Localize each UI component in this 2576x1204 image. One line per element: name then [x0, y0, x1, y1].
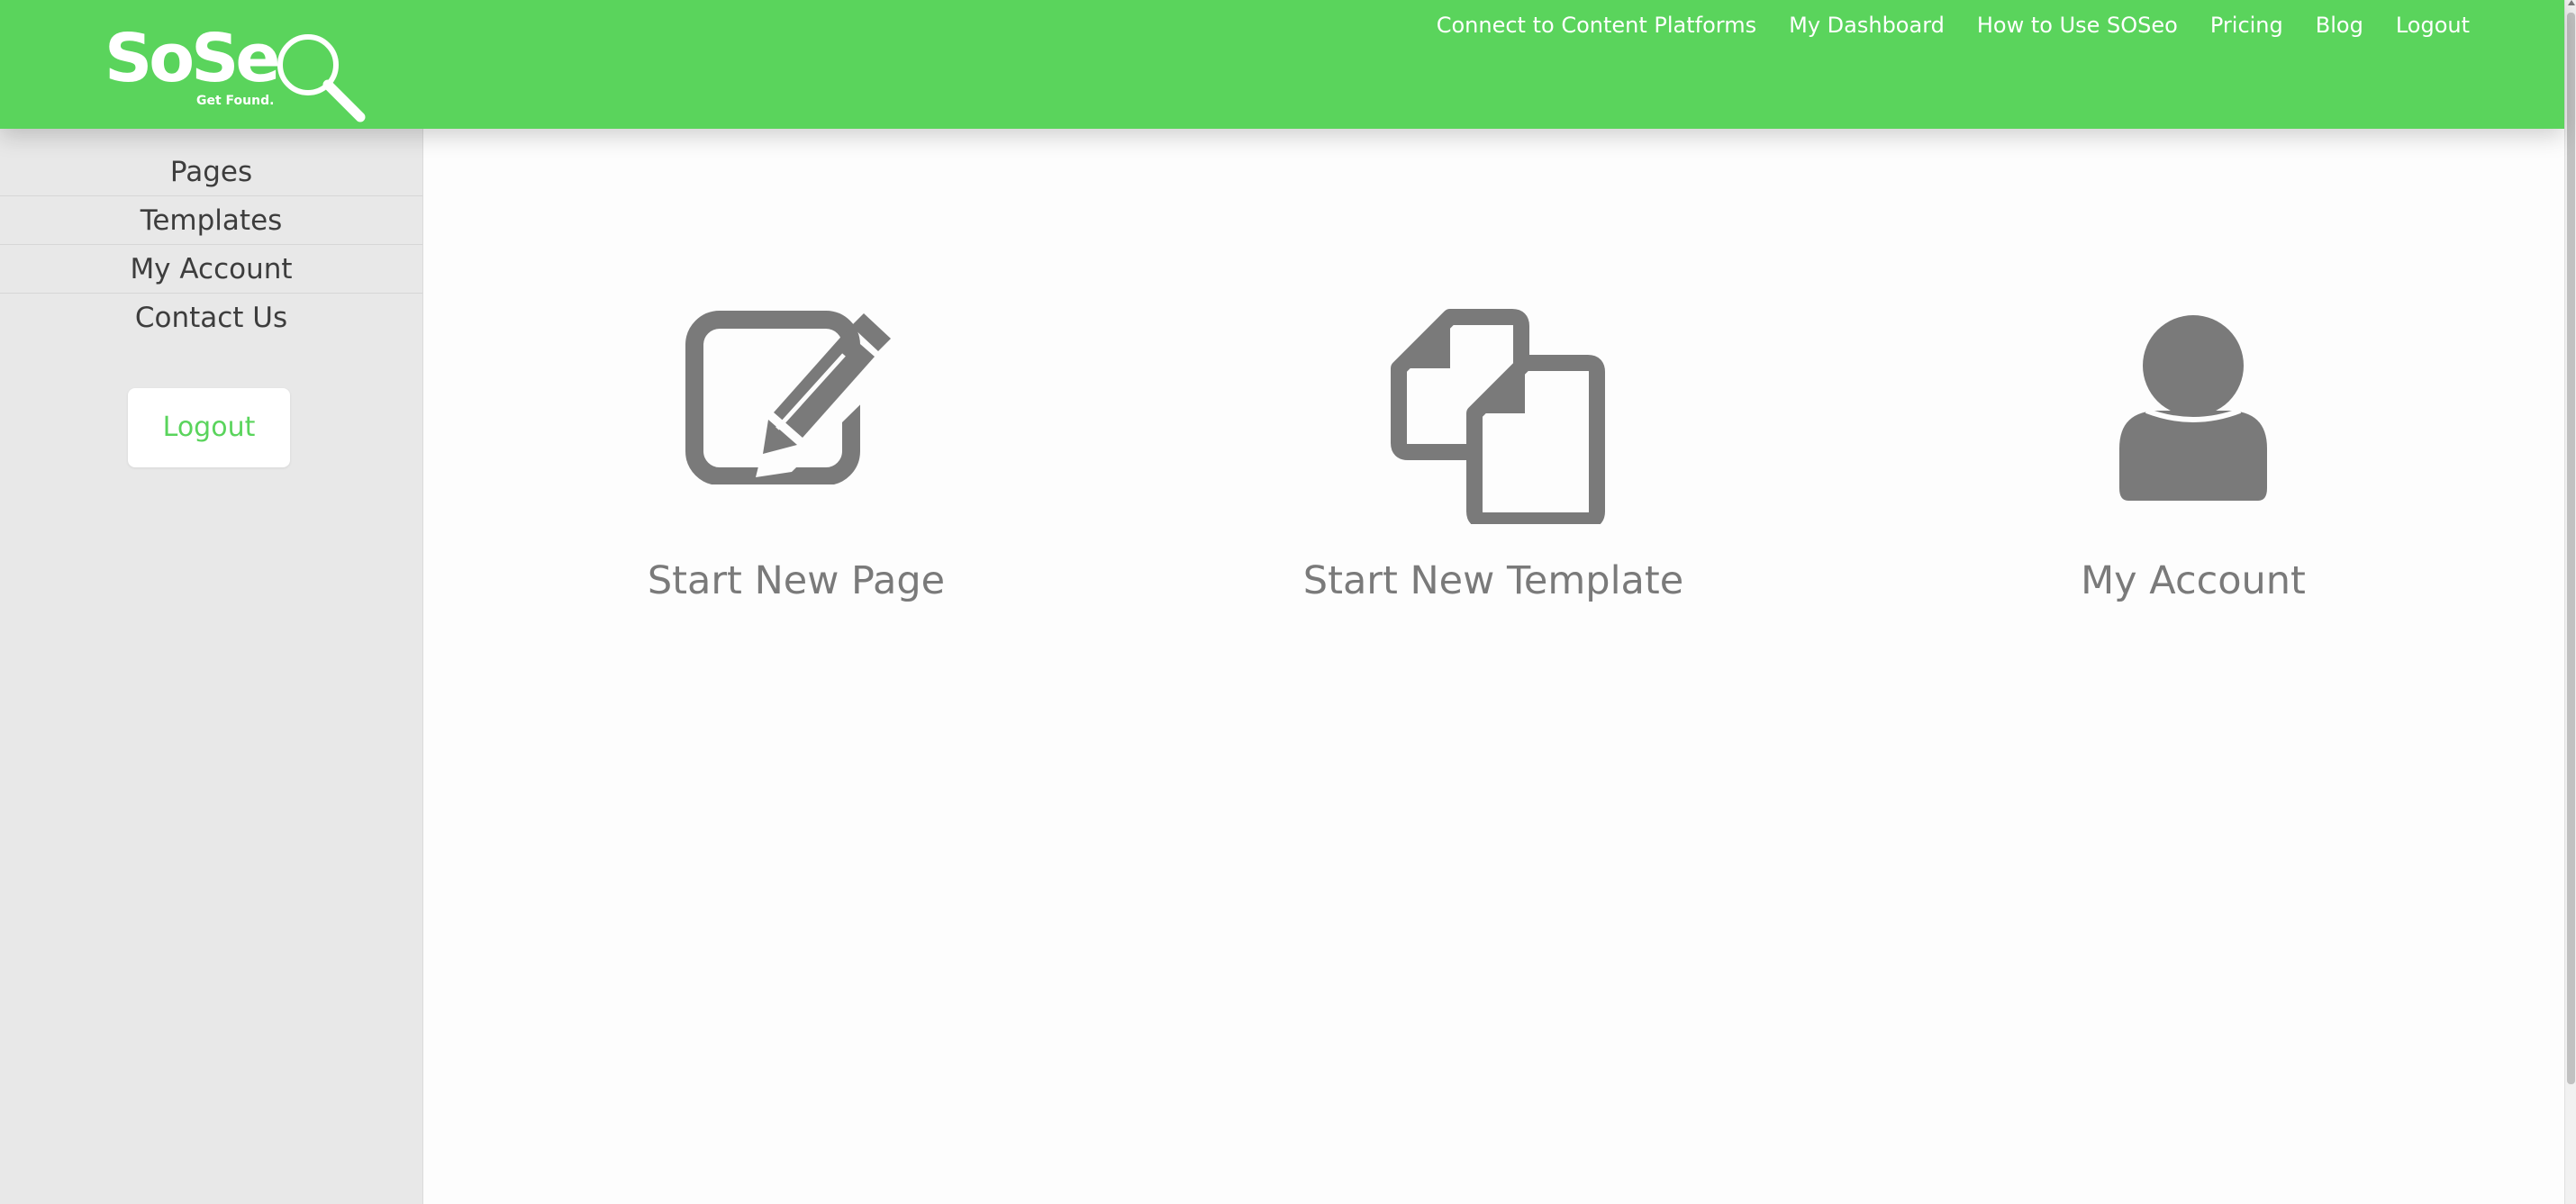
start-new-page-card[interactable]: Start New Page: [544, 288, 1048, 630]
top-navigation: Connect to Content Platforms My Dashboar…: [1437, 13, 2470, 38]
sidebar-item-pages[interactable]: Pages: [0, 148, 422, 196]
sidebar-item-my-account[interactable]: My Account: [0, 245, 422, 294]
edit-icon: [685, 311, 891, 484]
sidebar-logout-button[interactable]: Logout: [128, 388, 290, 467]
logo-tagline: Get Found.: [196, 94, 275, 108]
start-new-page-label: Start New Page: [647, 558, 946, 603]
scrollbar-thumb[interactable]: [2567, 13, 2575, 1084]
sidebar-menu: Pages Templates My Account Contact Us: [0, 129, 422, 342]
top-header: SoSe Get Found. Connect to Content Platf…: [0, 0, 2564, 129]
user-icon: [2119, 315, 2267, 501]
start-new-template-card[interactable]: Start New Template: [1241, 288, 1746, 630]
sidebar-item-contact-us[interactable]: Contact Us: [0, 294, 422, 342]
my-account-label: My Account: [2081, 558, 2306, 603]
nav-how-to-use[interactable]: How to Use SOSeo: [1977, 13, 2178, 38]
soseo-logo[interactable]: SoSe Get Found.: [104, 20, 366, 122]
sidebar: Pages Templates My Account Contact Us Lo…: [0, 129, 423, 1204]
nav-blog[interactable]: Blog: [2316, 13, 2363, 38]
logo-wordmark: SoSe: [104, 20, 281, 97]
nav-logout[interactable]: Logout: [2396, 13, 2470, 38]
vertical-scrollbar[interactable]: [2564, 0, 2576, 1204]
magnifier-icon: [277, 34, 366, 122]
start-new-template-label: Start New Template: [1302, 558, 1684, 603]
nav-my-dashboard[interactable]: My Dashboard: [1789, 13, 1945, 38]
sidebar-item-templates[interactable]: Templates: [0, 196, 422, 245]
copy-documents-icon: [1391, 309, 1605, 524]
my-account-card[interactable]: My Account: [1941, 288, 2445, 630]
nav-connect-content-platforms[interactable]: Connect to Content Platforms: [1437, 13, 1756, 38]
scroll-up-arrow-icon[interactable]: [2568, 0, 2575, 5]
nav-pricing[interactable]: Pricing: [2210, 13, 2283, 38]
